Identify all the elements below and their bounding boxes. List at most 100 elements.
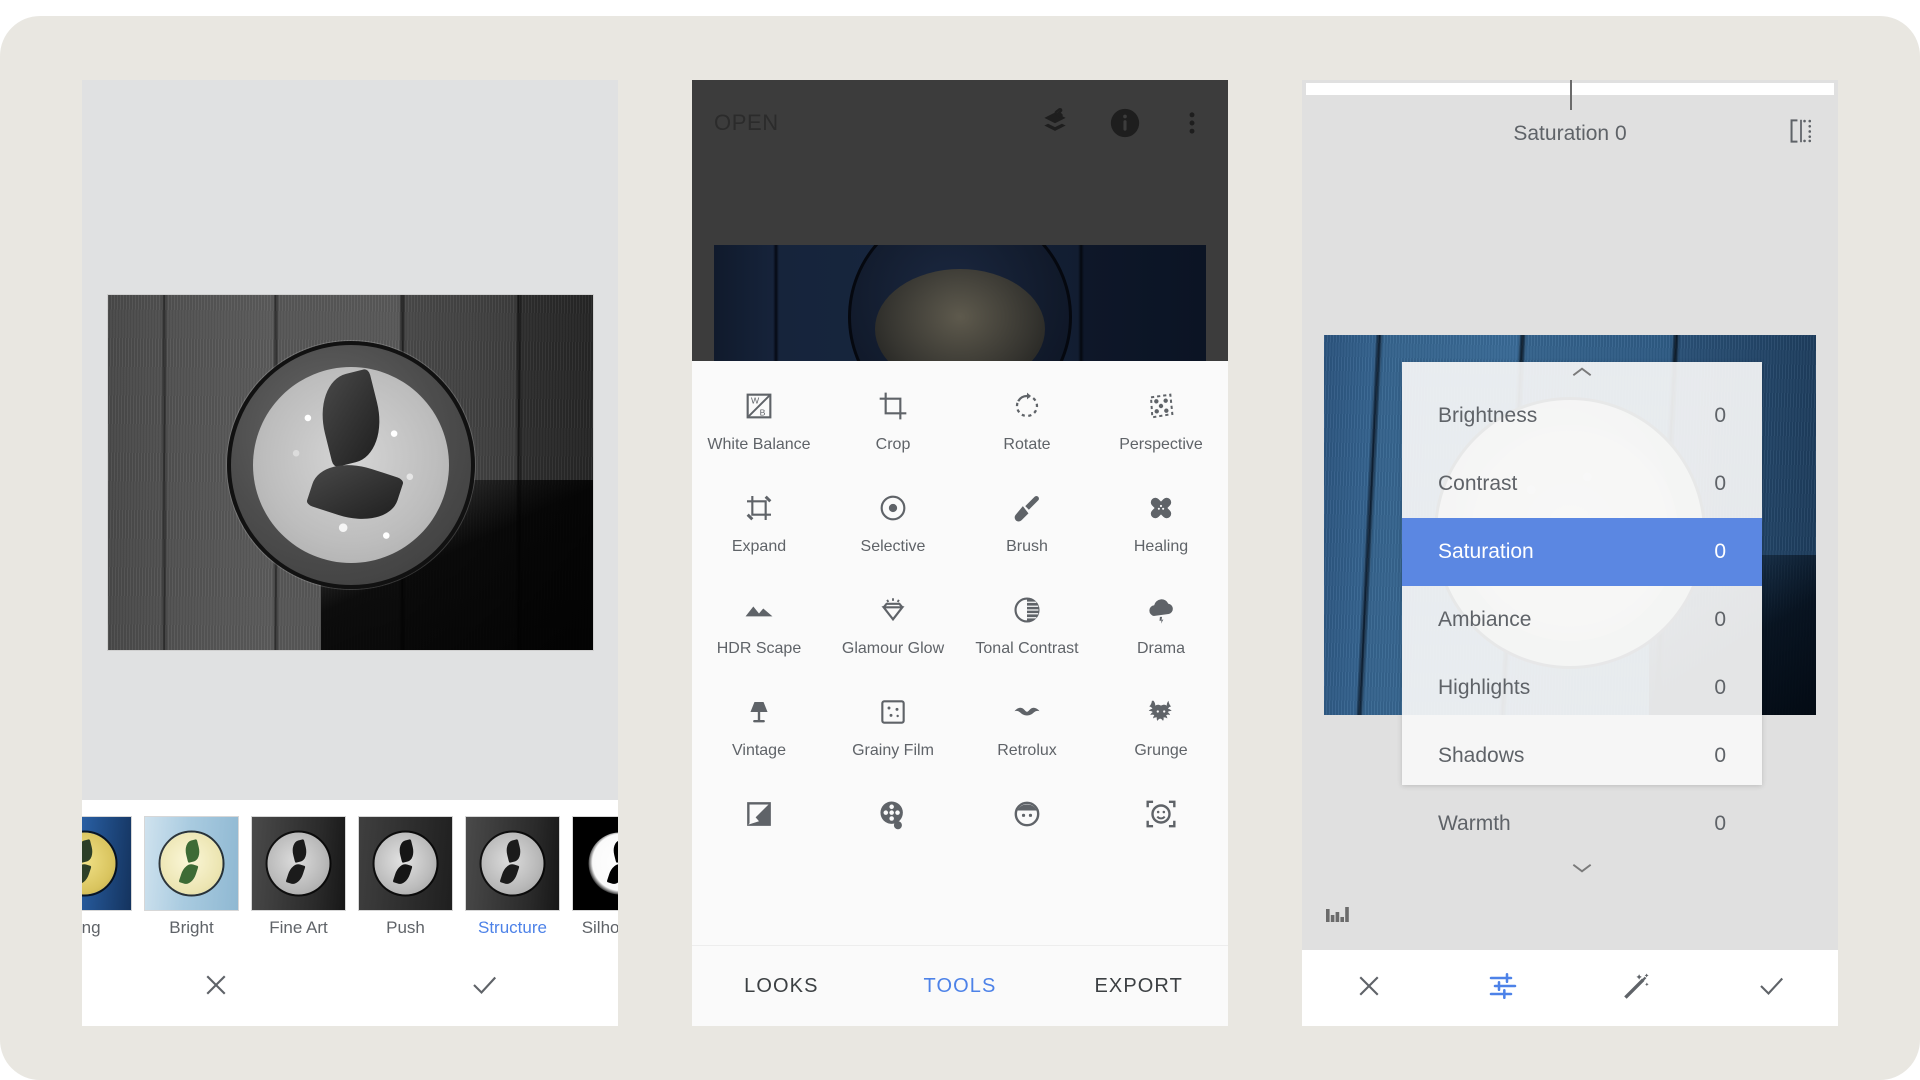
compare-split-icon[interactable] [1786, 118, 1816, 149]
accept-button[interactable] [1704, 971, 1838, 1006]
hdr-scape-icon [742, 589, 776, 631]
tool-label: Drama [1136, 640, 1185, 657]
look-thumbnail[interactable] [251, 816, 346, 911]
tab-looks[interactable]: LOOKS [692, 975, 871, 998]
look-label: Bright [169, 918, 214, 937]
tool-vintage[interactable]: Vintage [692, 681, 826, 783]
tune-bottombar [1302, 950, 1838, 1026]
adjustment-label: Highlights [1438, 676, 1531, 699]
chevron-down-icon[interactable] [1402, 858, 1762, 878]
tool-white-balance[interactable]: W B White Balance [692, 375, 826, 477]
look-thumbnail[interactable] [465, 816, 560, 911]
look-label: ning [82, 918, 101, 937]
cancel-button[interactable] [1302, 971, 1436, 1006]
tune-button[interactable] [1436, 970, 1570, 1007]
tune-header: Saturation 0 [1302, 100, 1838, 168]
adjustment-row[interactable]: Brightness 0 [1402, 382, 1762, 450]
white-balance-icon: W B [743, 385, 775, 427]
tab-export[interactable]: EXPORT [1049, 975, 1228, 998]
cancel-button[interactable] [82, 970, 350, 1005]
tool-healing[interactable]: Healing [1094, 477, 1228, 579]
selective-icon [877, 487, 909, 529]
tool-label: Glamour Glow [841, 640, 945, 657]
portrait-icon [1011, 793, 1043, 835]
check-icon [1756, 971, 1786, 1006]
look-thumbnail[interactable] [82, 816, 132, 911]
looks-filmstrip[interactable]: ning Bright Fine Art [82, 816, 618, 944]
perspective-icon [1145, 385, 1177, 427]
undo-stack-icon[interactable] [1038, 106, 1072, 140]
look-thumbnail[interactable] [358, 816, 453, 911]
list-item[interactable]: Silhouette [572, 816, 618, 944]
adjustment-label: Ambiance [1438, 608, 1532, 631]
rotate-icon [1011, 385, 1043, 427]
tool-tonal-contrast[interactable]: Tonal Contrast [960, 579, 1094, 681]
tool-head-pose[interactable] [1094, 783, 1228, 885]
tool-label: White Balance [707, 436, 811, 453]
chevron-up-icon[interactable] [1402, 362, 1762, 382]
tool-crop[interactable]: Crop [826, 375, 960, 477]
adjustment-row[interactable]: Contrast 0 [1402, 450, 1762, 518]
crop-icon [877, 385, 909, 427]
check-icon [469, 970, 499, 1005]
accept-button[interactable] [350, 970, 618, 1005]
tools-grid: W B White Balance Crop Rotate Perspectiv… [692, 361, 1228, 945]
grunge-icon [1145, 691, 1177, 733]
tool-expand[interactable]: Expand [692, 477, 826, 579]
tool-drama[interactable]: Drama [1094, 579, 1228, 681]
look-thumbnail[interactable] [144, 816, 239, 911]
adjustment-label: Saturation [1438, 540, 1534, 563]
tool-brush[interactable]: Brush [960, 477, 1094, 579]
adjustment-label: Warmth [1438, 812, 1511, 835]
glamour-glow-icon [877, 589, 909, 631]
tool-grainy-film[interactable]: Grainy Film [826, 681, 960, 783]
svg-text:W: W [751, 395, 760, 405]
list-item-active[interactable]: Structure [465, 816, 560, 944]
list-item[interactable]: Bright [144, 816, 239, 944]
tool-hdr-scape[interactable]: HDR Scape [692, 579, 826, 681]
frames-icon [877, 793, 909, 835]
open-button[interactable]: OPEN [714, 110, 779, 136]
list-item[interactable]: ning [82, 816, 132, 944]
expand-icon [743, 487, 775, 529]
adjustment-value: 0 [1714, 472, 1726, 495]
tool-frames[interactable] [826, 783, 960, 885]
adjustment-value: 0 [1714, 744, 1726, 767]
tools-preview-photo[interactable] [714, 245, 1206, 361]
tool-rotate[interactable]: Rotate [960, 375, 1094, 477]
adjustment-label: Shadows [1438, 744, 1525, 767]
more-vertical-icon[interactable] [1178, 106, 1206, 140]
adjustment-row-selected[interactable]: Saturation 0 [1402, 518, 1762, 586]
adjustment-row[interactable]: Warmth 0 [1402, 790, 1762, 858]
tune-icon [1487, 970, 1519, 1007]
tool-glamour-glow[interactable]: Glamour Glow [826, 579, 960, 681]
looks-preview-photo[interactable] [107, 294, 594, 651]
tool-label: Brush [1006, 538, 1048, 555]
look-thumbnail[interactable] [572, 816, 618, 911]
list-item[interactable]: Push [358, 816, 453, 944]
value-slider[interactable] [1302, 80, 1838, 110]
tool-label: Perspective [1119, 436, 1203, 453]
adjustment-row[interactable]: Ambiance 0 [1402, 586, 1762, 654]
tool-double-exposure[interactable] [692, 783, 826, 885]
adjustment-value: 0 [1714, 676, 1726, 699]
look-label: Silhouette [581, 918, 618, 937]
adjustment-row[interactable]: Highlights 0 [1402, 654, 1762, 722]
auto-enhance-button[interactable] [1570, 970, 1704, 1007]
histogram-icon[interactable] [1326, 903, 1352, 930]
app-container: ning Bright Fine Art [0, 16, 1920, 1080]
retrolux-icon [1009, 691, 1045, 733]
list-item[interactable]: Fine Art [251, 816, 346, 944]
tool-selective[interactable]: Selective [826, 477, 960, 579]
brush-icon [1011, 487, 1043, 529]
tool-grunge[interactable]: Grunge [1094, 681, 1228, 783]
tool-label: HDR Scape [716, 640, 802, 657]
tool-perspective[interactable]: Perspective [1094, 375, 1228, 477]
tab-tools[interactable]: TOOLS [871, 975, 1050, 998]
healing-icon [1145, 487, 1177, 529]
tool-retrolux[interactable]: Retrolux [960, 681, 1094, 783]
info-icon[interactable] [1108, 106, 1142, 140]
photo-glass [226, 341, 475, 590]
adjustment-row[interactable]: Shadows 0 [1402, 722, 1762, 790]
tool-portrait[interactable] [960, 783, 1094, 885]
